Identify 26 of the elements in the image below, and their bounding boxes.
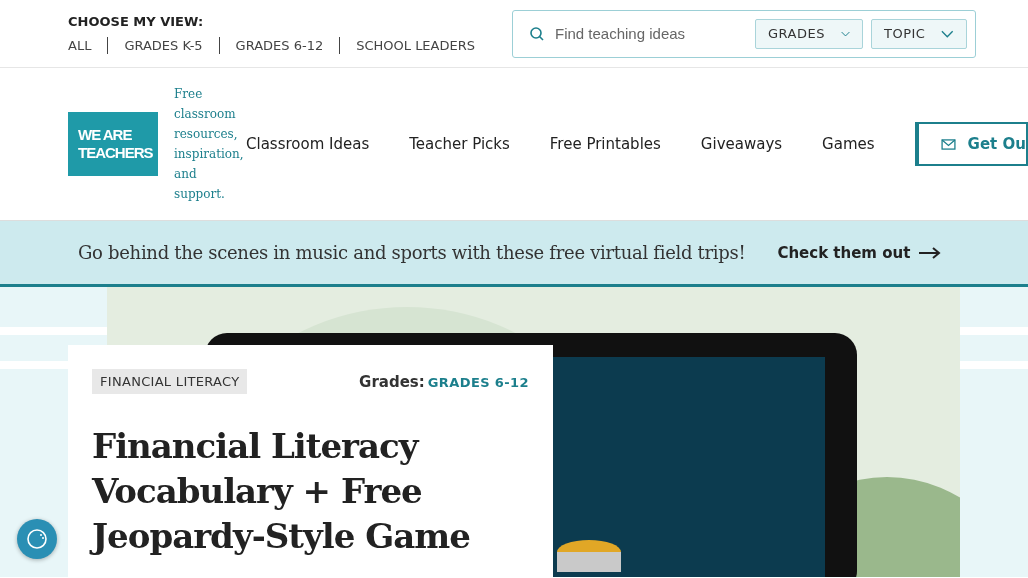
- envelope-icon: [940, 138, 956, 150]
- nav-link[interactable]: Free Printables: [549, 135, 661, 153]
- view-chooser-label: CHOOSE MY VIEW:: [68, 13, 205, 29]
- view-option-link[interactable]: SCHOOL LEADERS: [339, 36, 491, 54]
- nav-link[interactable]: Giveaways: [700, 135, 783, 153]
- accessibility-icon: [25, 527, 49, 551]
- category-tag[interactable]: FINANCIAL LITERACY: [92, 369, 248, 394]
- grades-link[interactable]: GRADES 6-12: [427, 374, 529, 390]
- banner-text: Go behind the scenes in music and sports with these free virtual field trips!: [78, 242, 746, 263]
- banner-link[interactable]: Check them out: [777, 243, 943, 262]
- nav-link[interactable]: Teacher Picks: [409, 135, 510, 153]
- search-icon: [529, 25, 545, 42]
- nav-link[interactable]: Classroom Ideas: [246, 135, 370, 153]
- tagline: Free classroom resources, inspiration, and support.: [174, 86, 244, 203]
- filter-dropdown[interactable]: TOPIC: [871, 18, 967, 49]
- filter-dropdown[interactable]: GRADES: [755, 18, 863, 49]
- newsletter-button[interactable]: Get Ou: [914, 122, 1028, 166]
- accessibility-button[interactable]: [17, 519, 57, 559]
- chevron-down-icon: [840, 29, 850, 38]
- view-option-link[interactable]: GRADES 6-12: [218, 36, 340, 54]
- view-option-link[interactable]: GRADES K-5: [107, 36, 219, 54]
- nav-link[interactable]: Games: [822, 135, 875, 153]
- grades-label: Grades:: [359, 372, 425, 391]
- view-option-link[interactable]: ALL: [68, 36, 108, 54]
- chevron-down-icon: [941, 29, 954, 38]
- arrow-right-icon: [918, 246, 943, 259]
